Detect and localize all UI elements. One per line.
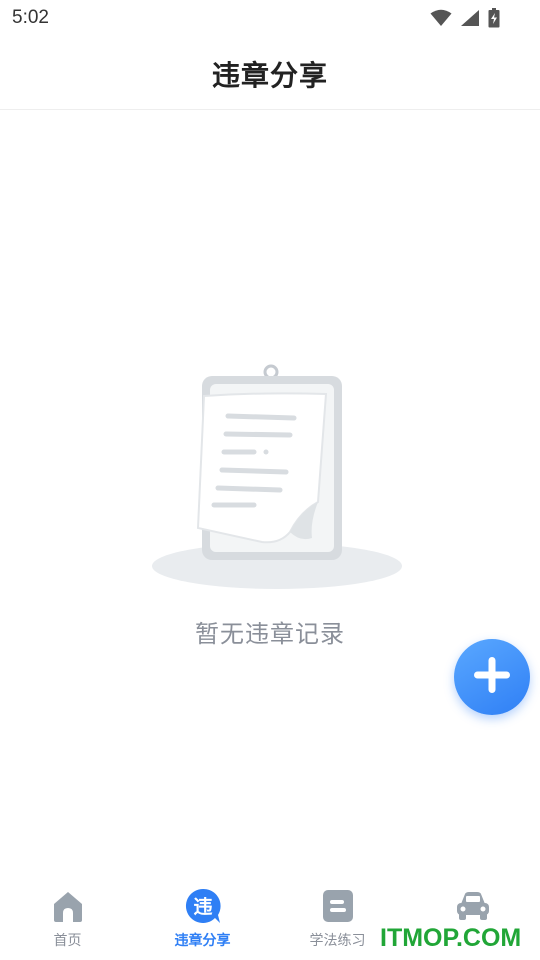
battery-charging-icon: [488, 8, 500, 32]
nav-item-violation-share[interactable]: 违 违章分享: [135, 880, 270, 952]
title-bar: 违章分享: [0, 38, 540, 110]
nav-label-violation-share: 违章分享: [174, 933, 231, 949]
add-violation-button[interactable]: [454, 639, 530, 715]
watermark: ITMOP.COM: [380, 924, 522, 952]
status-icons: [430, 8, 500, 32]
status-bar: 5:02: [0, 0, 540, 38]
svg-text:违: 违: [193, 896, 212, 918]
document-icon: [320, 888, 356, 924]
home-icon: [50, 888, 86, 924]
violation-share-icon: 违: [185, 888, 221, 924]
nav-item-home[interactable]: 首页: [0, 880, 135, 952]
nav-label-home: 首页: [53, 933, 82, 949]
car-icon: [455, 888, 491, 924]
empty-state-message: 暂无违章记录: [195, 620, 345, 648]
page-title: 违章分享: [211, 58, 328, 92]
status-time: 5:02: [12, 7, 49, 28]
wifi-icon: [430, 9, 452, 31]
cellular-signal-icon: [460, 9, 480, 31]
nav-label-law-practice: 学法练习: [309, 933, 366, 949]
plus-icon: [472, 655, 512, 699]
empty-clipboard-illustration: [150, 362, 405, 594]
